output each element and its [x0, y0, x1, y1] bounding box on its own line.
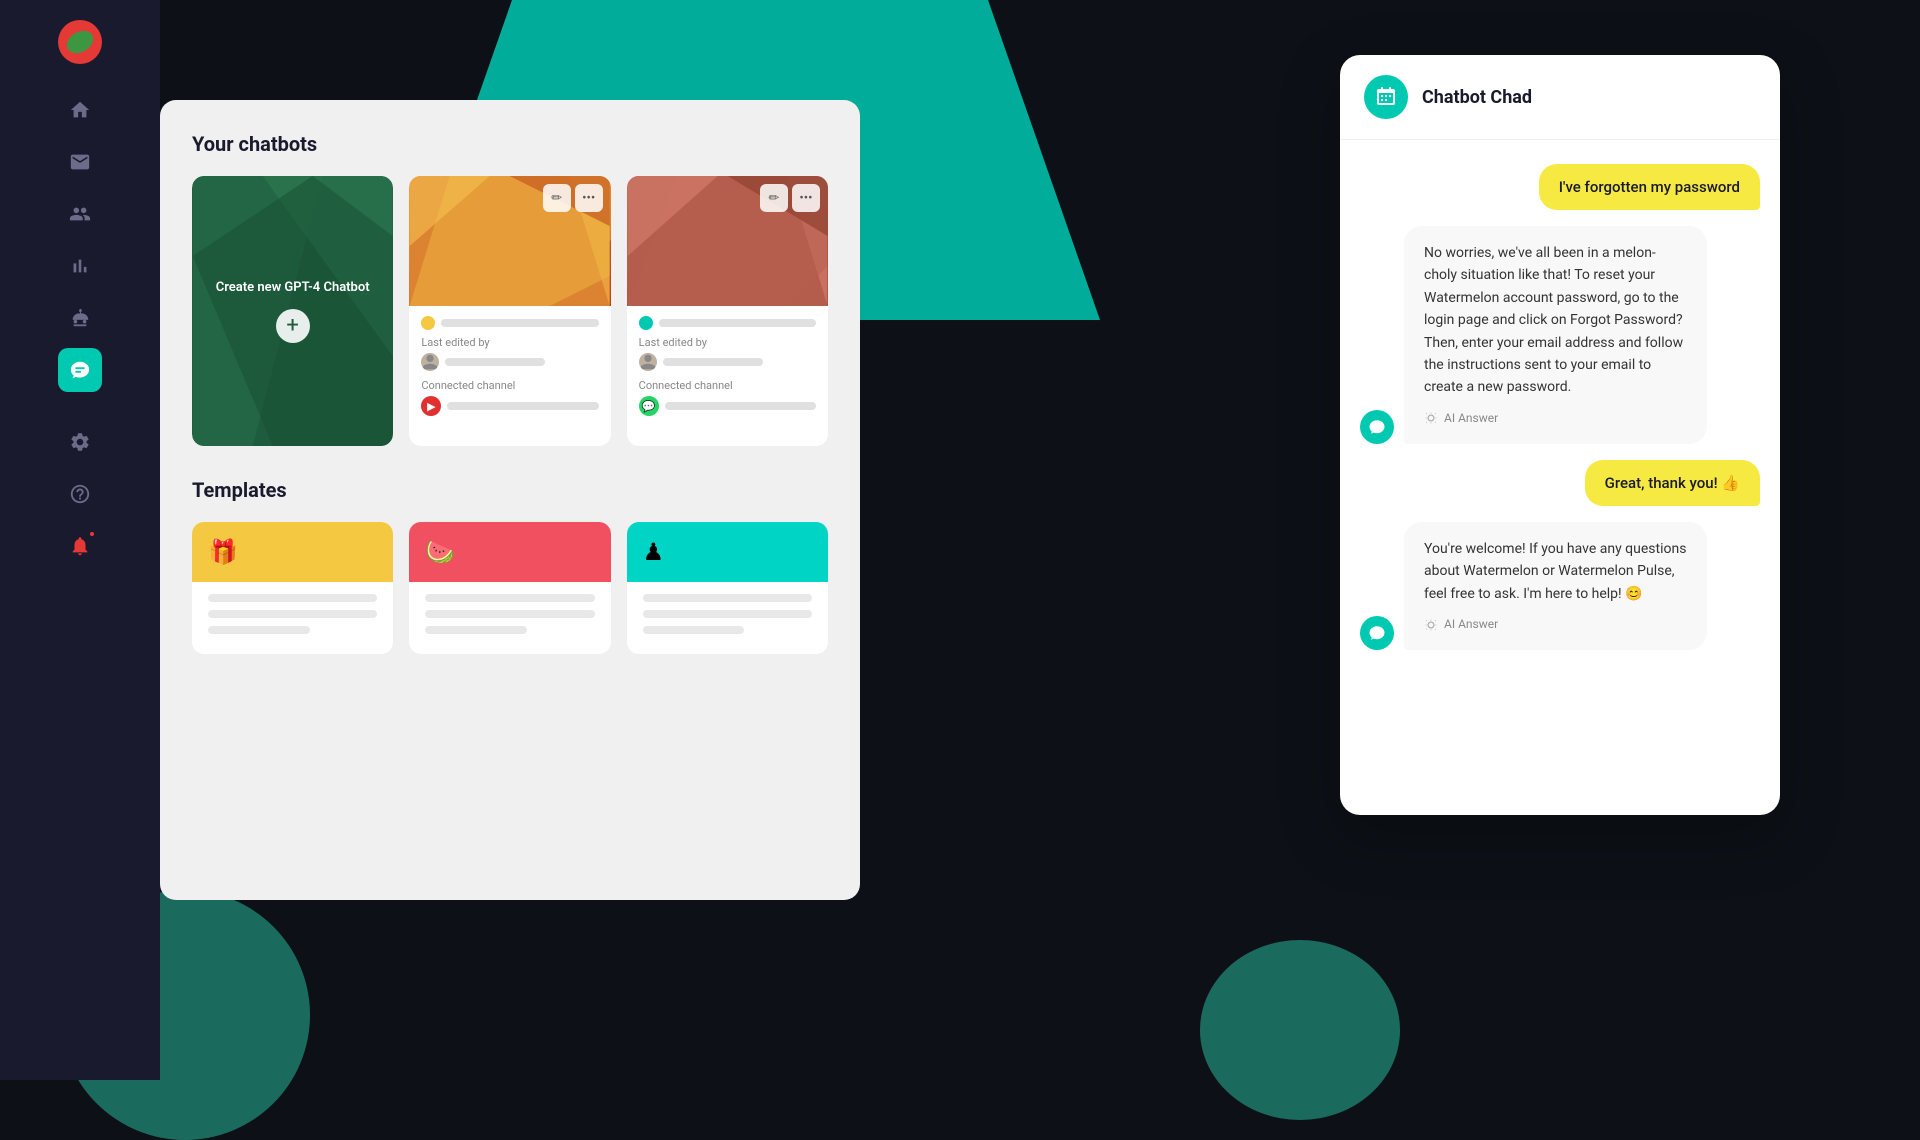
msg-wrapper-user-1: I've forgotten my password	[1360, 164, 1760, 210]
template-line-1a	[208, 594, 377, 602]
app-logo[interactable]	[58, 20, 102, 64]
tag-bar-2	[441, 319, 598, 327]
bot-avatar-msg-2	[1360, 616, 1394, 650]
chatbot-card-3[interactable]: ✏ ••• Last edited by Connected channel	[627, 176, 828, 446]
template-icon-1: 🎁	[208, 538, 238, 566]
your-chatbots-title: Your chatbots	[192, 132, 828, 156]
msg-user-1: I've forgotten my password	[1539, 164, 1760, 210]
user-bar-3	[663, 358, 763, 366]
sidebar-item-bots[interactable]	[58, 296, 102, 340]
edit-btn-2[interactable]: ✏	[543, 184, 571, 212]
main-content-panel: Your chatbots Create new GPT-4 Chatbot +	[160, 100, 860, 900]
sidebar-item-analytics[interactable]	[58, 244, 102, 288]
channel-bar-2	[447, 402, 598, 410]
user-row-3	[639, 353, 816, 371]
msg-bot-inner-1: No worries, we've all been in a melon-ch…	[1404, 226, 1760, 444]
ai-answer-badge-2: AI Answer	[1424, 615, 1687, 634]
create-chatbot-btn[interactable]: +	[276, 309, 310, 343]
user-row-2	[421, 353, 598, 371]
ai-answer-badge-1: AI Answer	[1424, 409, 1687, 428]
connected-channel-label-2: Connected channel	[421, 379, 598, 392]
template-line-3c	[643, 626, 745, 634]
msg-bot-2: You're welcome! If you have any question…	[1404, 522, 1707, 650]
msg-wrapper-user-2: Great, thank you! 👍	[1360, 460, 1760, 506]
connected-channel-label-3: Connected channel	[639, 379, 816, 392]
bg-shape-bottom-right	[1200, 940, 1400, 1120]
template-line-1c	[208, 626, 310, 634]
template-header-3: ♟	[627, 522, 828, 582]
last-edited-label-3: Last edited by	[639, 336, 816, 349]
create-chatbot-label: Create new GPT-4 Chatbot	[196, 280, 390, 295]
templates-grid: 🎁 🍉 ♟	[192, 522, 828, 654]
tag-dot-3	[639, 316, 653, 330]
channel-icon-3: 💬	[639, 396, 659, 416]
sidebar-item-help[interactable]	[58, 472, 102, 516]
channel-icon-2: ▶	[421, 396, 441, 416]
template-header-2: 🍉	[409, 522, 610, 582]
chat-bot-name: Chatbot Chad	[1422, 87, 1532, 108]
template-header-1: 🎁	[192, 522, 393, 582]
chat-header: Chatbot Chad	[1340, 55, 1780, 140]
msg-user-2: Great, thank you! 👍	[1585, 460, 1760, 506]
bot-avatar-msg-1	[1360, 410, 1394, 444]
template-icon-3: ♟	[643, 538, 665, 566]
sidebar-item-settings[interactable]	[58, 420, 102, 464]
sidebar-item-chatbots-active[interactable]	[58, 348, 102, 392]
chatbots-grid: Create new GPT-4 Chatbot + ✏ •••	[192, 176, 828, 446]
tag-dot-2	[421, 316, 435, 330]
sidebar-item-contacts[interactable]	[58, 192, 102, 236]
template-line-2c	[425, 626, 527, 634]
template-line-3a	[643, 594, 812, 602]
sidebar	[0, 0, 160, 1080]
ai-badge-text-2: AI Answer	[1444, 615, 1498, 634]
template-card-2[interactable]: 🍉	[409, 522, 610, 654]
create-chatbot-card[interactable]: Create new GPT-4 Chatbot +	[192, 176, 393, 446]
msg-bot-1: No worries, we've all been in a melon-ch…	[1404, 226, 1707, 444]
template-icon-2: 🍉	[425, 538, 455, 566]
sidebar-item-home[interactable]	[58, 88, 102, 132]
edit-btn-3[interactable]: ✏	[760, 184, 788, 212]
msg-bot-1-text: No worries, we've all been in a melon-ch…	[1424, 245, 1683, 395]
user-avatar-3	[639, 353, 657, 371]
ai-badge-text-1: AI Answer	[1444, 409, 1498, 428]
chatbot-card-2[interactable]: ✏ ••• Last edited by Connected channel	[409, 176, 610, 446]
more-btn-2[interactable]: •••	[575, 184, 603, 212]
last-edited-label-2: Last edited by	[421, 336, 598, 349]
user-avatar-2	[421, 353, 439, 371]
user-bar-2	[445, 358, 545, 366]
card-action-btns-2: ✏ •••	[543, 184, 603, 212]
template-card-1[interactable]: 🎁	[192, 522, 393, 654]
template-body-1	[192, 582, 393, 654]
template-card-3[interactable]: ♟	[627, 522, 828, 654]
msg-wrapper-bot-1: No worries, we've all been in a melon-ch…	[1360, 226, 1760, 444]
chat-bot-avatar	[1364, 75, 1408, 119]
chat-messages: I've forgotten my password No worries, w…	[1340, 140, 1780, 815]
sidebar-item-notifications[interactable]	[58, 524, 102, 568]
msg-bot-2-text: You're welcome! If you have any question…	[1424, 541, 1686, 602]
template-line-1b	[208, 610, 377, 618]
chat-panel: Chatbot Chad I've forgotten my password …	[1340, 55, 1780, 815]
msg-wrapper-bot-2: You're welcome! If you have any question…	[1360, 522, 1760, 650]
sidebar-item-inbox[interactable]	[58, 140, 102, 184]
card-action-btns-3: ✏ •••	[760, 184, 820, 212]
more-btn-3[interactable]: •••	[792, 184, 820, 212]
template-body-2	[409, 582, 610, 654]
channel-bar-3	[665, 402, 816, 410]
template-line-2b	[425, 610, 594, 618]
templates-title: Templates	[192, 478, 828, 502]
tag-bar-3	[659, 319, 816, 327]
template-line-2a	[425, 594, 594, 602]
template-body-3	[627, 582, 828, 654]
msg-bot-inner-2: You're welcome! If you have any question…	[1404, 522, 1760, 650]
template-line-3b	[643, 610, 812, 618]
